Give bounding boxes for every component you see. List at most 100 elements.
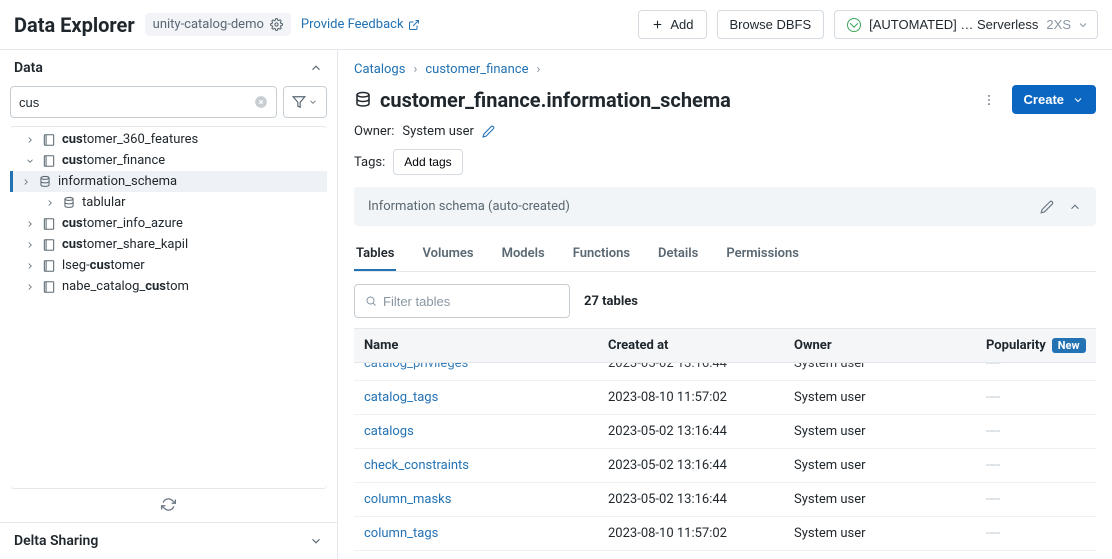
table-row[interactable]: columns2023-05-02 13:16:44System user---… [354, 551, 1096, 559]
table-row[interactable]: catalogs2023-05-02 13:16:44System user--… [354, 415, 1096, 449]
popularity-cell: ---- [976, 551, 1096, 559]
schema-icon [354, 91, 372, 109]
tree-caret-icon[interactable] [24, 282, 36, 292]
catalog-tree: customer_360_features customer_financeinf… [10, 126, 327, 489]
popularity-cell: ---- [976, 415, 1096, 448]
clear-search-icon[interactable] [254, 95, 268, 109]
tags-row: Tags: Add tags [354, 149, 1096, 175]
tree-item[interactable]: lseg-customer [10, 255, 327, 276]
popularity-cell: ---- [976, 517, 1096, 550]
status-ok-icon [847, 18, 861, 32]
col-header-created[interactable]: Created at [598, 329, 784, 362]
col-header-name[interactable]: Name [354, 329, 598, 362]
tab-details[interactable]: Details [656, 238, 700, 271]
tab-tables[interactable]: Tables [354, 238, 396, 271]
table-link[interactable]: column_tags [364, 526, 438, 541]
table-row[interactable]: catalog_privileges2023-05-02 13:16:44Sys… [354, 363, 1096, 381]
add-button[interactable]: Add [638, 10, 706, 39]
refresh-icon[interactable] [161, 497, 176, 512]
chevron-right-icon: › [413, 62, 417, 77]
compute-selector[interactable]: [AUTOMATED] … Serverless 2XS [834, 10, 1098, 39]
chevron-down-icon [308, 97, 318, 107]
workspace-name: unity-catalog-demo [153, 17, 264, 32]
page-title: customer_finance.information_schema [354, 88, 731, 112]
tree-item-label: customer_finance [62, 153, 165, 168]
col-header-owner[interactable]: Owner [784, 329, 976, 362]
table-link[interactable]: column_masks [364, 492, 451, 507]
tree-caret-icon[interactable] [24, 135, 36, 145]
popularity-cell: ---- [976, 363, 1096, 380]
breadcrumb-catalog-name[interactable]: customer_finance [425, 62, 528, 77]
tree-item[interactable]: customer_share_kapil [10, 234, 327, 255]
filter-tables-input[interactable] [354, 284, 570, 318]
filter-button[interactable] [283, 86, 327, 118]
table-row[interactable]: check_constraints2023-05-02 13:16:44Syst… [354, 449, 1096, 483]
tree-item[interactable]: customer_360_features [10, 129, 327, 150]
table-body[interactable]: catalog_privileges 2023-05-02 13:16:44 Sys… [354, 363, 1096, 559]
compute-size: 2XS [1046, 17, 1071, 32]
breadcrumb-catalogs[interactable]: Catalogs [354, 62, 405, 77]
tree-item-label: nabe_catalog_custom [62, 279, 189, 294]
tree-caret-icon[interactable] [44, 198, 56, 208]
tree-item-label: lseg-customer [62, 258, 145, 273]
table-link[interactable]: check_constraints [364, 458, 469, 473]
catalog-search-input[interactable] [10, 86, 277, 118]
col-header-popularity[interactable]: Popularity New [976, 329, 1096, 362]
browse-dbfs-button[interactable]: Browse DBFS [717, 10, 825, 39]
chevron-right-icon: › [536, 62, 540, 77]
table-link[interactable]: catalogs [364, 424, 414, 439]
tree-item[interactable]: customer_finance [10, 150, 327, 171]
collapse-banner-button[interactable] [1068, 200, 1082, 214]
tree-item[interactable]: information_schema [10, 171, 327, 192]
delta-sharing-section[interactable]: Delta Sharing [0, 523, 337, 559]
tab-models[interactable]: Models [500, 238, 547, 271]
created-cell: 2023-08-10 11:57:02 [598, 381, 784, 414]
workspace-selector[interactable]: unity-catalog-demo [145, 13, 291, 36]
owner-cell: System user [784, 381, 976, 414]
tree-caret-icon[interactable] [24, 219, 36, 229]
schema-icon [38, 175, 52, 189]
catalog-icon [42, 259, 56, 273]
tree-item[interactable]: nabe_catalog_custom [10, 276, 327, 297]
plus-icon [651, 18, 664, 31]
tab-permissions[interactable]: Permissions [724, 238, 801, 271]
edit-description-button[interactable] [1040, 200, 1054, 214]
external-link-icon [408, 19, 420, 31]
table-link[interactable]: catalog_privileges [364, 363, 468, 371]
data-section-header[interactable]: Data [0, 50, 337, 86]
tree-caret-icon[interactable] [20, 177, 32, 187]
tab-volumes[interactable]: Volumes [420, 238, 475, 271]
edit-owner-button[interactable] [482, 125, 495, 138]
tree-item[interactable]: tablular [10, 192, 327, 213]
tree-item-label: information_schema [58, 174, 177, 189]
gear-icon [270, 18, 283, 31]
tree-caret-icon[interactable] [24, 261, 36, 271]
sidebar: Data customer_360_features customer_finan… [0, 50, 338, 559]
created-cell: 2023-05-02 13:16:44 [598, 551, 784, 559]
table-row[interactable]: column_tags2023-08-10 11:57:02System use… [354, 517, 1096, 551]
chevron-down-icon [1072, 94, 1084, 106]
table-row[interactable]: catalog_tags 2023-08-10 11:57:02System us… [354, 381, 1096, 415]
table-row[interactable]: column_masks2023-05-02 13:16:44System us… [354, 483, 1096, 517]
add-tags-button[interactable]: Add tags [393, 149, 462, 175]
description-banner: Information schema (auto-created) [354, 187, 1096, 226]
more-actions-button[interactable] [974, 89, 1004, 111]
catalog-icon [42, 217, 56, 231]
filter-input-field[interactable] [383, 294, 559, 309]
search-input-field[interactable] [19, 95, 254, 110]
provide-feedback-link[interactable]: Provide Feedback [301, 17, 420, 32]
tree-item-label: tablular [82, 195, 126, 210]
catalog-icon [42, 238, 56, 252]
catalog-icon [42, 280, 56, 294]
tree-item[interactable]: customer_info_azure [10, 213, 327, 234]
app-header: Data Explorer unity-catalog-demo Provide… [0, 0, 1112, 50]
create-button[interactable]: Create [1012, 85, 1096, 114]
table-link[interactable]: catalog_tags [364, 390, 438, 405]
popularity-cell: ---- [976, 449, 1096, 482]
tree-caret-icon[interactable] [24, 156, 36, 166]
created-cell: 2023-08-10 11:57:02 [598, 517, 784, 550]
created-cell: 2023-05-02 13:16:44 [598, 449, 784, 482]
tree-caret-icon[interactable] [24, 240, 36, 250]
tab-functions[interactable]: Functions [571, 238, 632, 271]
tree-item-label: customer_info_azure [62, 216, 183, 231]
